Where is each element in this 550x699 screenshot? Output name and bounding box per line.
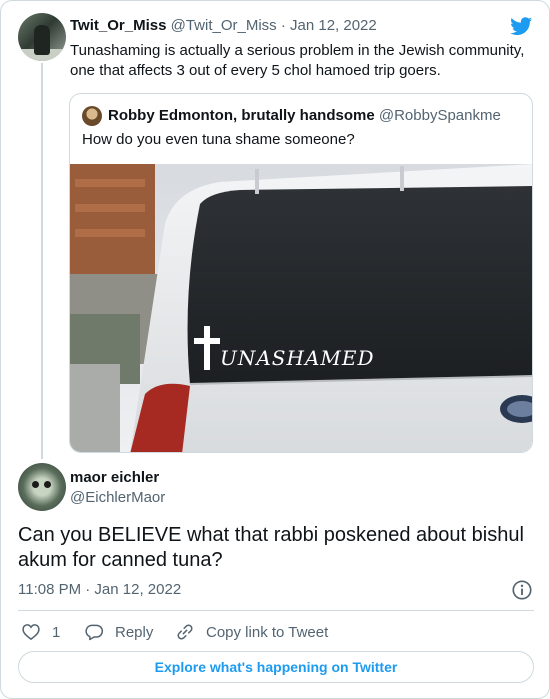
explore-twitter-button[interactable]: Explore what's happening on Twitter (18, 651, 534, 683)
tweet-embed-card: Twit_Or_Miss @Twit_Or_Miss · Jan 12, 202… (0, 0, 550, 699)
quoted-handle: @RobbySpankme (378, 107, 501, 124)
reply-handle[interactable]: @EichlerMaor (70, 489, 165, 506)
info-icon[interactable] (511, 579, 533, 601)
parent-tweet-text: Tunashaming is actually a serious proble… (70, 42, 525, 79)
reply-button[interactable]: Reply (84, 621, 153, 643)
heart-icon (22, 624, 40, 641)
parent-handle-date[interactable]: @Twit_Or_Miss · Jan 12, 2022 (171, 17, 377, 34)
reply-tweet-text: Can you BELIEVE what that rabbi poskened… (18, 524, 524, 571)
reply-timestamp[interactable]: 11:08 PM · Jan 12, 2022 (18, 581, 181, 598)
divider (18, 610, 534, 611)
parent-display-name[interactable]: Twit_Or_Miss (70, 17, 166, 34)
avatar[interactable] (18, 463, 66, 511)
quoted-tweet-text: How do you even tuna shame someone? (82, 131, 355, 148)
reply-display-name[interactable]: maor eichler (70, 469, 159, 486)
link-icon (177, 624, 193, 640)
quoted-avatar (82, 106, 102, 126)
twitter-bird-icon[interactable] (509, 15, 534, 37)
car-decal-text: UNASHAMED (220, 346, 375, 370)
reply-bubble-icon (85, 624, 104, 641)
quoted-tweet-photo[interactable]: UNASHAMED (70, 164, 533, 453)
like-button[interactable]: 1 (21, 621, 60, 643)
copy-link-button[interactable]: Copy link to Tweet (175, 621, 328, 643)
quoted-tweet[interactable]: Robby Edmonton, brutally handsome @Robby… (69, 93, 533, 453)
reply-label: Reply (115, 623, 154, 641)
quoted-tweet-header: Robby Edmonton, brutally handsome @Robby… (108, 107, 501, 124)
quoted-display-name: Robby Edmonton, brutally handsome (108, 107, 375, 124)
avatar[interactable] (18, 13, 66, 61)
parent-tweet-header: Twit_Or_Miss @Twit_Or_Miss · Jan 12, 202… (70, 17, 377, 34)
thread-connector-line (41, 63, 43, 459)
copy-link-label: Copy link to Tweet (206, 623, 329, 641)
like-count: 1 (52, 623, 61, 641)
